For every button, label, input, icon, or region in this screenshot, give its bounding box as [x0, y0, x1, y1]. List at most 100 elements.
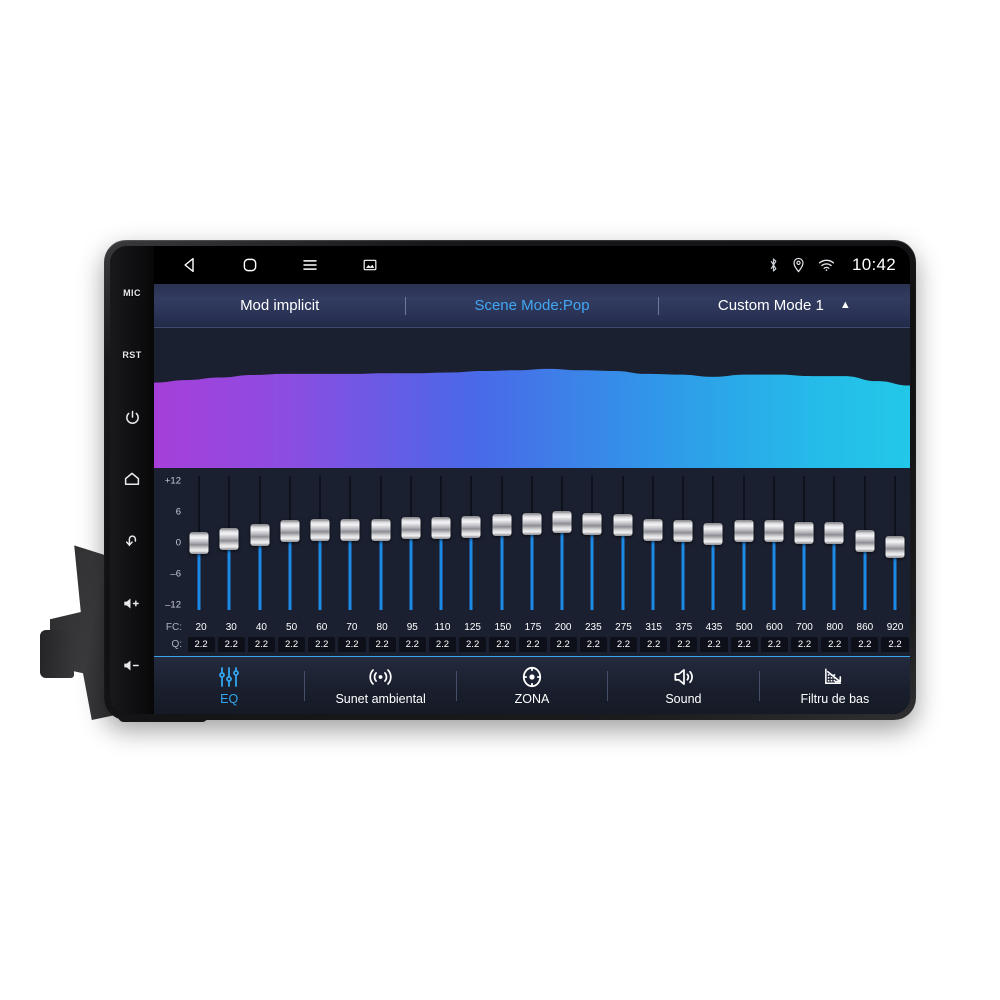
slider-knob[interactable] [885, 536, 905, 559]
q-cell[interactable]: 2.2 [368, 637, 396, 652]
eq-band-slider[interactable] [638, 476, 668, 610]
tab-sound[interactable]: Sound [608, 657, 758, 714]
q-cell[interactable]: 2.2 [851, 637, 879, 652]
fc-cell: 800 [826, 622, 844, 633]
eq-band-slider[interactable] [366, 476, 396, 610]
slider-knob[interactable] [340, 518, 360, 541]
slider-knob[interactable] [673, 519, 693, 542]
q-cell[interactable]: 2.2 [519, 637, 547, 652]
eq-band-slider[interactable] [608, 476, 638, 610]
q-cell[interactable]: 2.2 [821, 637, 849, 652]
q-cell[interactable]: 2.2 [700, 637, 728, 652]
slider-knob[interactable] [461, 516, 481, 539]
hardware-key-column: MIC RST [110, 246, 154, 714]
eq-band-slider[interactable] [275, 476, 305, 610]
q-cell[interactable]: 2.2 [881, 637, 909, 652]
q-cell[interactable]: 2.2 [308, 637, 336, 652]
android-screenshot-button[interactable] [340, 246, 400, 284]
q-cell[interactable]: 2.2 [428, 637, 457, 652]
q-cell[interactable]: 2.2 [609, 637, 638, 652]
q-cell[interactable]: 2.2 [278, 637, 306, 652]
eq-band-slider[interactable] [547, 476, 577, 610]
eq-band-slider[interactable] [577, 476, 607, 610]
tab-zona[interactable]: ZONA [457, 657, 607, 714]
slider-knob[interactable] [401, 517, 421, 540]
slider-knob[interactable] [371, 518, 391, 541]
fc-cell: 50 [286, 622, 298, 633]
android-menu-button[interactable] [280, 246, 340, 284]
fc-cell: 70 [346, 622, 358, 633]
eq-band-slider[interactable] [184, 476, 214, 610]
eq-band-slider[interactable] [759, 476, 789, 610]
eq-band-slider[interactable] [850, 476, 880, 610]
android-home-button[interactable] [220, 246, 280, 284]
eq-band-slider[interactable] [305, 476, 335, 610]
chevron-up-icon[interactable]: ▲ [840, 300, 851, 311]
slider-knob[interactable] [492, 514, 512, 537]
band-sliders[interactable] [184, 476, 910, 610]
home-key[interactable] [117, 468, 147, 490]
q-cell[interactable]: 2.2 [338, 637, 366, 652]
eq-band-slider[interactable] [668, 476, 698, 610]
eq-band-slider[interactable] [335, 476, 365, 610]
eq-band-slider[interactable] [487, 476, 517, 610]
slider-knob[interactable] [582, 513, 602, 536]
slider-knob[interactable] [734, 519, 754, 542]
q-cell[interactable]: 2.2 [187, 637, 215, 652]
slider-knob[interactable] [431, 517, 451, 540]
back-key[interactable] [117, 530, 147, 552]
eq-band-slider[interactable] [789, 476, 819, 610]
eq-band-slider[interactable] [698, 476, 728, 610]
gain-axis: +12 6 0 –6 –12 [154, 476, 184, 610]
slider-knob[interactable] [643, 518, 663, 541]
slider-knob[interactable] [855, 529, 875, 552]
default-mode-button[interactable]: Mod implicit [154, 284, 405, 327]
q-cell[interactable]: 2.2 [459, 637, 487, 652]
eq-band-slider[interactable] [245, 476, 275, 610]
eq-band-slider[interactable] [880, 476, 910, 610]
volume-up-key[interactable] [117, 592, 147, 614]
eq-band-slider[interactable] [819, 476, 849, 610]
custom-mode-button[interactable]: Custom Mode 1 ▲ [659, 284, 910, 327]
slider-knob[interactable] [250, 524, 270, 547]
slider-knob[interactable] [522, 513, 542, 536]
q-cell[interactable]: 2.2 [640, 637, 668, 652]
q-cell[interactable]: 2.2 [670, 637, 698, 652]
volume-down-key[interactable] [117, 654, 147, 676]
slider-knob[interactable] [613, 514, 633, 537]
slider-knob[interactable] [219, 528, 239, 551]
slider-knob[interactable] [280, 520, 300, 543]
q-cell[interactable]: 2.2 [247, 637, 276, 652]
q-cell[interactable]: 2.2 [489, 637, 517, 652]
eq-band-slider[interactable] [214, 476, 244, 610]
mic-key[interactable]: MIC [117, 282, 147, 304]
q-cell[interactable]: 2.2 [398, 637, 426, 652]
q-cell[interactable]: 2.2 [579, 637, 607, 652]
slider-knob[interactable] [189, 532, 209, 554]
eq-band-slider[interactable] [517, 476, 547, 610]
reset-key[interactable]: RST [117, 344, 147, 366]
eq-band-slider[interactable] [729, 476, 759, 610]
slider-knob[interactable] [703, 523, 723, 546]
fc-cell: 700 [796, 622, 813, 633]
eq-band-slider[interactable] [396, 476, 426, 610]
scene-mode-button[interactable]: Scene Mode:Pop [406, 284, 657, 327]
q-cell[interactable]: 2.2 [790, 637, 819, 652]
eq-band-slider[interactable] [426, 476, 456, 610]
tab-eq[interactable]: EQ [154, 657, 304, 714]
slider-knob[interactable] [794, 521, 814, 544]
fc-cell: 200 [554, 622, 572, 633]
q-cell[interactable]: 2.2 [549, 637, 577, 652]
slider-knob[interactable] [824, 521, 844, 544]
slider-knob[interactable] [764, 519, 784, 542]
slider-knob[interactable] [310, 518, 330, 541]
q-cell[interactable]: 2.2 [217, 637, 245, 652]
tab-filtru-de-bas[interactable]: Filtru de bas [760, 657, 910, 714]
tab-sunet-ambiental[interactable]: Sunet ambiental [305, 657, 455, 714]
power-key[interactable] [117, 406, 147, 428]
eq-band-slider[interactable] [456, 476, 486, 610]
slider-knob[interactable] [552, 510, 572, 533]
q-cell[interactable]: 2.2 [730, 637, 758, 652]
android-back-button[interactable] [160, 246, 220, 284]
q-cell[interactable]: 2.2 [760, 637, 788, 652]
